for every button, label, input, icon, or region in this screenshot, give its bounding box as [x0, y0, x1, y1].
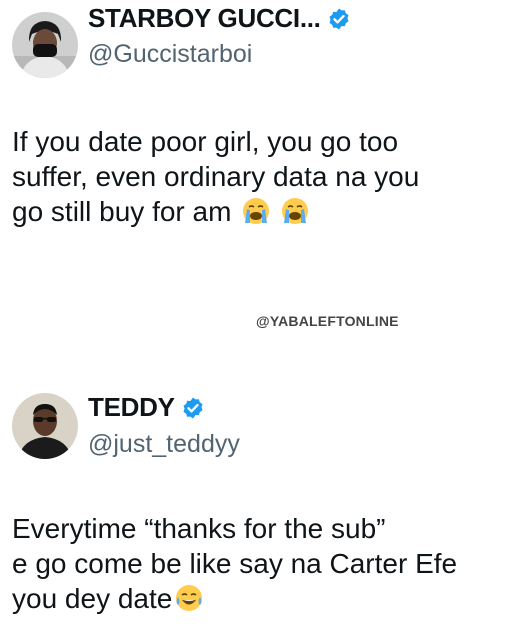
tweet-text-line: Everytime “thanks for the sub”: [12, 513, 386, 544]
avatar[interactable]: [12, 12, 78, 78]
tweet-text-fragment: suffer, even ordinary data na you: [12, 161, 420, 192]
user-handle[interactable]: @Guccistarboi: [88, 40, 252, 69]
tweet-text-line: e go come be like say na Carter Efe: [12, 548, 458, 579]
avatar-image: [12, 393, 78, 459]
tweet-text: Everytime “thanks for the sub” e go come…: [12, 511, 507, 616]
avatar[interactable]: [12, 393, 78, 459]
tweet-text-line: If you date poor girl, you go too: [12, 126, 399, 157]
user-handle[interactable]: @just_teddyy: [88, 430, 240, 459]
author-row: STARBOY GUCCI...: [88, 3, 351, 34]
face-with-tears-of-joy-icon: [176, 585, 203, 611]
loudly-crying-face-icon: [281, 198, 308, 224]
tweet-card: TEDDY @just_teddyy Everytime “thanks for…: [0, 368, 511, 640]
tweet-card: STARBOY GUCCI... @Guccistarboi If you da…: [0, 0, 511, 300]
tweet-text-line: go still buy for am: [12, 194, 507, 229]
tweet-text-fragment: go still buy for am: [12, 196, 232, 227]
watermark: @YABALEFTONLINE: [256, 313, 399, 329]
verified-badge-icon: [329, 8, 349, 29]
display-name[interactable]: TEDDY: [88, 392, 175, 423]
tweet-text: If you date poor girl, you go too suffer…: [12, 124, 507, 229]
verified-badge-icon: [183, 397, 203, 418]
avatar-image: [12, 12, 78, 78]
tweet-text-line: you dey date: [12, 581, 507, 616]
loudly-crying-face-icon: [243, 198, 270, 224]
display-name[interactable]: STARBOY GUCCI...: [88, 3, 321, 34]
tweet-text-fragment: you dey date: [12, 583, 173, 614]
author-row: TEDDY: [88, 392, 205, 423]
tweet-text-line: suffer, even ordinary data na you: [12, 159, 507, 194]
